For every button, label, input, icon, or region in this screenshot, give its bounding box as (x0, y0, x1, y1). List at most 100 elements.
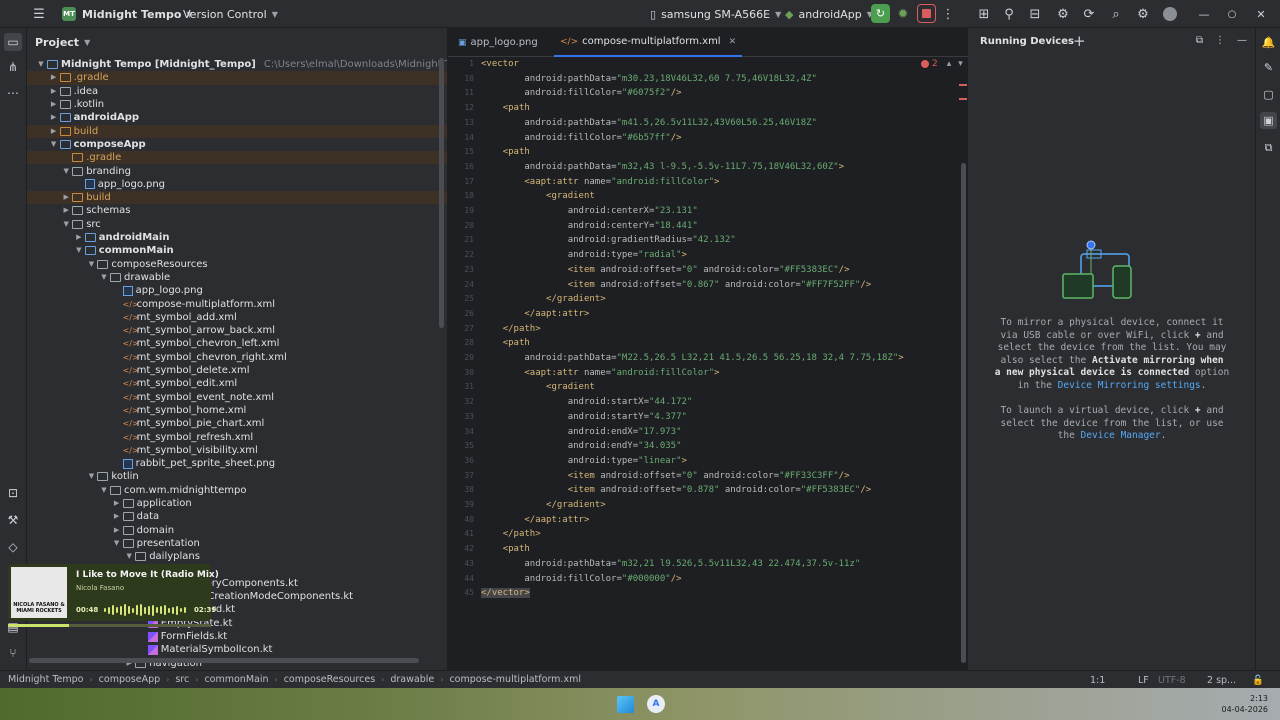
code-area[interactable]: <vector android:pathData="m30.23,18V46L3… (481, 57, 961, 637)
tree-row[interactable]: ▼ kotlin (27, 470, 139, 483)
settings-link[interactable]: Device Manager (1081, 430, 1161, 441)
rerun-button[interactable]: ↻ (871, 4, 890, 23)
code-line[interactable]: </aapt:attr> (481, 307, 589, 322)
editor-vertical-scrollbar[interactable] (961, 163, 966, 663)
breadcrumb-item[interactable]: commonMain (204, 674, 268, 685)
tree-row[interactable]: .gradle (27, 151, 447, 165)
search-icon[interactable]: ⌕ (1107, 5, 1125, 23)
avatar[interactable] (1161, 5, 1179, 23)
error-stripe-mark[interactable] (959, 84, 967, 86)
taskbar-clock[interactable]: 2:13 04-04-2026 (1222, 693, 1269, 715)
tree-row[interactable]: ▼ src (27, 218, 100, 231)
code-line[interactable]: android:centerX="23.131" (481, 204, 698, 219)
tree-row[interactable]: ▼ composeResources (27, 258, 208, 271)
project-selector[interactable]: MT Midnight Tempo ▼ (62, 0, 193, 28)
tree-row[interactable]: </> mt_symbol_refresh.xml (27, 430, 254, 443)
code-line[interactable]: </aapt:attr> (481, 513, 589, 528)
tree-row[interactable]: ▼ Midnight Tempo [Midnight_Tempo] C:\Users… (27, 58, 447, 71)
apply-changes-icon[interactable]: ⚲ (1000, 5, 1018, 23)
code-line[interactable]: android:gradientRadius="42.132" (481, 233, 736, 248)
tree-row[interactable]: </> mt_symbol_visibility.xml (27, 444, 258, 457)
code-line[interactable]: android:startX="44.172" (481, 395, 693, 410)
tree-row[interactable]: ▶ androidMain (27, 231, 169, 244)
sync-icon[interactable]: ⊟ (1026, 5, 1044, 23)
device-explorer-icon[interactable]: ⊡ (4, 484, 22, 502)
open-in-window-icon[interactable]: ⧉ (1196, 35, 1203, 46)
chevron-right-icon[interactable]: ▶ (60, 191, 72, 204)
code-line[interactable]: <item android:offset="0" android:color="… (481, 469, 850, 484)
next-error-icon[interactable]: ▾ (958, 59, 963, 69)
gems-icon[interactable]: ◇ (4, 538, 22, 556)
code-line[interactable]: android:pathData="m32,21 l9.526,5.5v11L3… (481, 557, 860, 572)
tree-row[interactable]: app_logo.png (27, 284, 203, 297)
notifications-icon[interactable]: 🔔 (1260, 34, 1277, 51)
code-line[interactable]: <item android:offset="0.867" android:col… (481, 278, 871, 293)
run-config-selector[interactable]: ◆ androidApp ▼ (785, 0, 873, 28)
structure-icon[interactable]: ⋔ (4, 58, 22, 76)
settings-gear-icon[interactable]: ⚙ (1134, 5, 1152, 23)
tree-row[interactable]: ▼ presentation (27, 537, 200, 550)
add-device-button[interactable]: + (1073, 32, 1086, 50)
chevron-down-icon[interactable]: ▼ (98, 271, 110, 284)
project-folder-icon[interactable]: ▭ (4, 33, 22, 51)
tree-row[interactable]: </> mt_symbol_add.xml (27, 311, 237, 324)
tree-row[interactable]: </> mt_symbol_event_note.xml (27, 391, 274, 404)
chevron-right-icon[interactable]: ▶ (48, 125, 60, 138)
stop-button[interactable] (917, 4, 936, 23)
tree-row[interactable]: ▶ androidApp (27, 111, 139, 124)
project-vertical-scrollbar[interactable] (439, 58, 444, 328)
tab-compose-multiplatform[interactable]: </> compose-multiplatform.xml ✕ (554, 28, 743, 57)
line-separator[interactable]: LF (1138, 671, 1149, 689)
tree-row[interactable]: ▼ dailyplans (27, 550, 199, 563)
indent-setting[interactable]: 2 sp... (1207, 671, 1236, 689)
chevron-right-icon[interactable]: ▶ (111, 524, 123, 537)
code-line[interactable]: android:fillColor="#6075f2"/> (481, 86, 681, 101)
breadcrumb-item[interactable]: drawable (390, 674, 434, 685)
code-line[interactable]: <item android:offset="0" android:color="… (481, 263, 850, 278)
tree-row[interactable]: ▶ .gradle (27, 71, 447, 85)
code-line[interactable]: <path (481, 145, 530, 160)
code-line[interactable]: android:fillColor="#6b57ff"/> (481, 131, 681, 146)
file-encoding[interactable]: UTF-8 (1158, 671, 1186, 689)
tree-row[interactable]: app_logo.png (27, 178, 165, 191)
chevron-down-icon[interactable]: ▼ (35, 58, 47, 71)
tree-row[interactable]: ▼ commonMain (27, 244, 174, 257)
chevron-down-icon[interactable]: ▼ (111, 537, 123, 550)
code-line[interactable]: </path> (481, 527, 541, 542)
tab-app-logo[interactable]: ▣ app_logo.png (458, 28, 538, 57)
code-line[interactable]: <vector (481, 57, 519, 72)
debug-icon[interactable]: ✹ (894, 5, 912, 23)
device-manager-icon[interactable]: ▢ (1260, 86, 1277, 103)
more-actions-icon[interactable]: ⋮ (939, 5, 957, 23)
breadcrumb-item[interactable]: composeApp (99, 674, 161, 685)
chevron-right-icon[interactable]: ▶ (60, 204, 72, 217)
code-line[interactable]: <path (481, 336, 530, 351)
build-icon[interactable]: ⚒ (4, 511, 22, 529)
code-line[interactable]: android:endX="17.973" (481, 425, 682, 440)
restore-icon[interactable]: ○ (1223, 5, 1241, 23)
emulator-icon[interactable]: ⧉ (1260, 139, 1277, 156)
chevron-down-icon[interactable]: ▼ (60, 165, 72, 178)
breadcrumb-item[interactable]: composeResources (284, 674, 375, 685)
tree-row[interactable]: </> mt_symbol_chevron_right.xml (27, 351, 287, 364)
code-line[interactable]: </vector> (481, 586, 530, 601)
tree-row[interactable]: rabbit_pet_sprite_sheet.png (27, 457, 275, 470)
code-line[interactable]: </path> (481, 322, 541, 337)
device-selector[interactable]: ▯ samsung SM-A566E ▼ (650, 0, 781, 28)
media-player-widget[interactable]: NICOLA FASANO & MIAMI ROCKETS I Like to … (8, 564, 219, 621)
tree-row[interactable]: </> compose-multiplatform.xml (27, 297, 275, 310)
code-line[interactable]: android:centerY="18.441" (481, 219, 698, 234)
tree-row[interactable]: ▼ drawable (27, 271, 170, 284)
options-icon[interactable]: ⋮ (1215, 35, 1225, 46)
tree-row[interactable]: </> mt_symbol_home.xml (27, 404, 247, 417)
project-horizontal-scrollbar[interactable] (29, 658, 419, 663)
tree-row[interactable]: ▶ data (27, 510, 159, 523)
breadcrumb-item[interactable]: src (175, 674, 189, 685)
error-indicator[interactable]: 2 ▴ ▾ (921, 59, 963, 69)
chevron-down-icon[interactable]: ▼ (73, 244, 85, 257)
code-line[interactable]: <gradient (481, 380, 595, 395)
breadcrumb-item[interactable]: compose-multiplatform.xml (449, 674, 581, 685)
tree-row[interactable]: ▼ com.wm.midnighttempo (27, 484, 246, 497)
media-progress-bar[interactable] (8, 624, 211, 627)
hide-panel-icon[interactable]: — (1237, 35, 1247, 46)
